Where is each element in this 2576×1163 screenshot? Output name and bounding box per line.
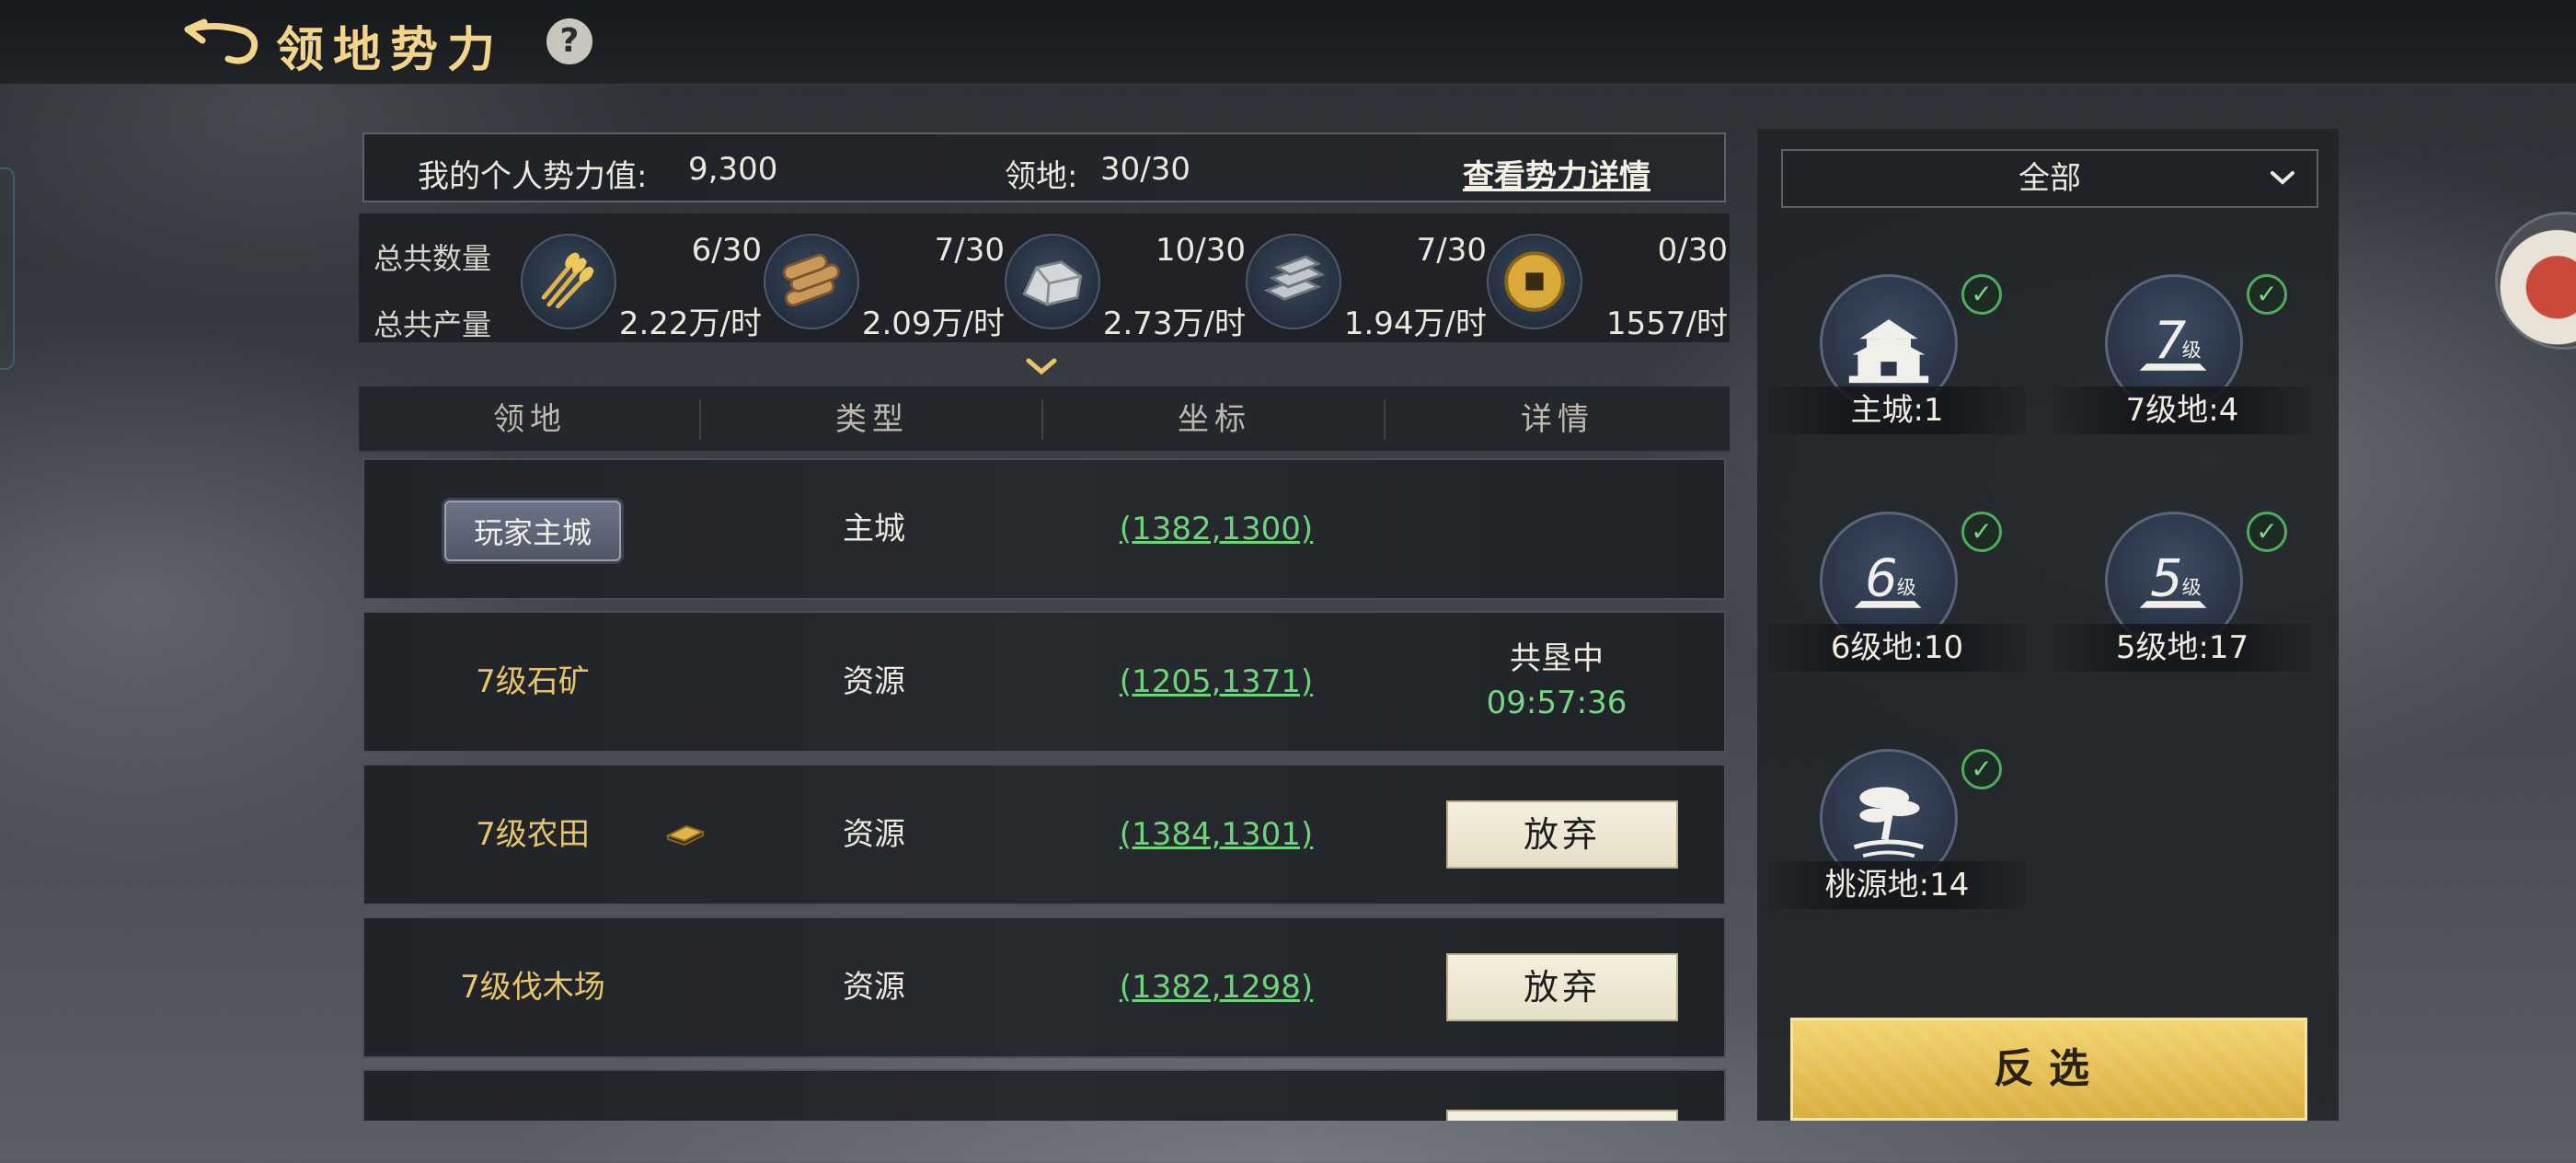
filter-item-level-6[interactable]: 6 级 ✓ 6级地:10: [1768, 512, 2026, 696]
coordinate-link[interactable]: (1384,1301): [1045, 766, 1387, 904]
filter-item-main-city[interactable]: ✓ 主城:1: [1768, 274, 2026, 458]
filter-item-level-5[interactable]: 5 级 ✓ 5级地:17: [2053, 512, 2311, 696]
territory-cell: 玩家主城: [364, 460, 701, 598]
iron-count: 7/30: [1416, 232, 1487, 269]
column-type: 类型: [835, 401, 909, 438]
coin-rate: 1557/时: [1606, 305, 1728, 342]
column-territory: 领地: [493, 401, 567, 438]
territory-label: 领地:: [1005, 158, 1078, 195]
filter-dropdown[interactable]: 全部: [1781, 149, 2318, 208]
help-icon[interactable]: ?: [546, 18, 592, 64]
territory-name: 7级伐木场: [460, 969, 605, 1006]
coordinate-link[interactable]: (1382,1300): [1045, 460, 1387, 598]
checkmark-icon: ✓: [2247, 512, 2287, 552]
stone-icon: [1005, 234, 1100, 329]
filter-item-label: 主城:1: [1768, 386, 2026, 434]
resource-iron: 7/30 1.94万/时: [1246, 213, 1487, 342]
coordinate-link[interactable]: (1382,1298): [1045, 918, 1387, 1056]
avatar[interactable]: [2495, 212, 2576, 350]
grain-rate: 2.22万/时: [618, 305, 762, 342]
wood-count: 7/30: [934, 232, 1005, 269]
page-title: 领地势力: [276, 22, 505, 78]
level-5-glyph: 5: [2150, 548, 2182, 608]
resource-stone: 10/30 2.73万/时: [1005, 213, 1246, 342]
abandon-button[interactable]: 放弃: [1446, 800, 1678, 869]
checkmark-icon: ✓: [2247, 274, 2287, 315]
coin-count: 0/30: [1657, 232, 1728, 269]
total-rate-label: 总共产量: [374, 307, 492, 342]
type-cell: 主城: [843, 511, 905, 547]
filter-item-peach-land[interactable]: ✓ 桃源地:14: [1768, 749, 2026, 933]
grain-icon: [521, 234, 616, 329]
back-arrow-icon[interactable]: [180, 17, 263, 68]
table-header: 领地 类型 坐标 详情: [359, 386, 1730, 453]
chevron-down-icon: [2271, 171, 2294, 185]
power-value: 9,300: [688, 151, 778, 188]
stone-count: 10/30: [1156, 232, 1246, 269]
resource-stats: 总共数量 总共产量 6/30 2.22万/时 7/30 2.09万/时 10/3…: [359, 213, 1730, 342]
level-suffix-glyph: 级: [2182, 338, 2202, 361]
total-count-label: 总共数量: [374, 241, 492, 276]
checkmark-icon: ✓: [1961, 749, 2002, 789]
table-row[interactable]: 7级伐木场 资源 (1382,1298) 放弃: [362, 916, 1726, 1058]
column-coordinates: 坐标: [1178, 401, 1251, 438]
filter-item-label: 6级地:10: [1768, 624, 2026, 672]
table-row[interactable]: 7级石矿 资源 (1205,1371) 共垦中 09:57:36: [362, 611, 1726, 753]
resource-grain: 6/30 2.22万/时: [521, 213, 762, 342]
gold-bonus-icon: [665, 824, 706, 846]
territory-name: 7级农田: [476, 816, 590, 853]
top-bar: 领地势力 ?: [0, 0, 2576, 85]
level-suffix-glyph: 级: [2182, 575, 2202, 598]
player-city-badge: 玩家主城: [443, 500, 621, 561]
countdown-timer: 09:57:36: [1486, 685, 1627, 721]
summary-bar: 我的个人势力值: 9,300 领地: 30/30 查看势力详情: [362, 132, 1726, 202]
territory-value: 30/30: [1100, 151, 1190, 188]
grain-count: 6/30: [691, 232, 762, 269]
coin-icon: [1487, 234, 1582, 329]
filter-panel: 全部 ✓ 主城:1 7 级 ✓ 7级地:4 6 级 ✓ 6级地:10 5 级 ✓…: [1757, 129, 2339, 1121]
cultivating-status: 共垦中 09:57:36: [1386, 637, 1728, 725]
column-details: 详情: [1521, 401, 1594, 438]
power-label: 我的个人势力值:: [418, 158, 648, 195]
invert-selection-button[interactable]: 反选: [1790, 1018, 2307, 1121]
chevron-down-icon[interactable]: [1025, 355, 1058, 377]
filter-item-label: 桃源地:14: [1768, 861, 2026, 909]
view-power-detail-link[interactable]: 查看势力详情: [1463, 151, 1650, 196]
coordinate-link[interactable]: (1205,1371): [1045, 613, 1387, 751]
table-row[interactable]: [362, 1069, 1726, 1121]
checkmark-icon: ✓: [1961, 274, 2002, 315]
iron-icon: [1246, 234, 1341, 329]
wood-rate: 2.09万/时: [861, 305, 1005, 342]
abandon-button[interactable]: 放弃: [1446, 953, 1678, 1021]
side-drawer-tab[interactable]: [0, 167, 15, 370]
type-cell: 资源: [843, 663, 905, 700]
resource-wood: 7/30 2.09万/时: [764, 213, 1005, 342]
level-6-glyph: 6: [1865, 548, 1897, 608]
table-row[interactable]: 7级农田 资源 (1384,1301) 放弃: [362, 764, 1726, 905]
status-text: 共垦中: [1510, 640, 1604, 677]
territory-name: 7级石矿: [476, 663, 590, 700]
table-row[interactable]: 玩家主城 主城 (1382,1300): [362, 458, 1726, 600]
resource-coin: 0/30 1557/时: [1487, 213, 1728, 342]
territory-panel: 我的个人势力值: 9,300 领地: 30/30 查看势力详情 总共数量 总共产…: [359, 129, 1730, 1121]
iron-rate: 1.94万/时: [1343, 305, 1487, 342]
filter-item-label: 5级地:17: [2053, 624, 2311, 672]
wood-icon: [764, 234, 859, 329]
type-cell: 资源: [843, 969, 905, 1006]
type-cell: 资源: [843, 816, 905, 853]
filter-item-label: 7级地:4: [2053, 386, 2311, 434]
stone-rate: 2.73万/时: [1102, 305, 1246, 342]
abandon-button[interactable]: [1446, 1110, 1678, 1121]
checkmark-icon: ✓: [1961, 512, 2002, 552]
level-suffix-glyph: 级: [1897, 575, 1916, 598]
filter-item-level-7[interactable]: 7 级 ✓ 7级地:4: [2053, 274, 2311, 458]
filter-selected-value: 全部: [2018, 160, 2081, 197]
